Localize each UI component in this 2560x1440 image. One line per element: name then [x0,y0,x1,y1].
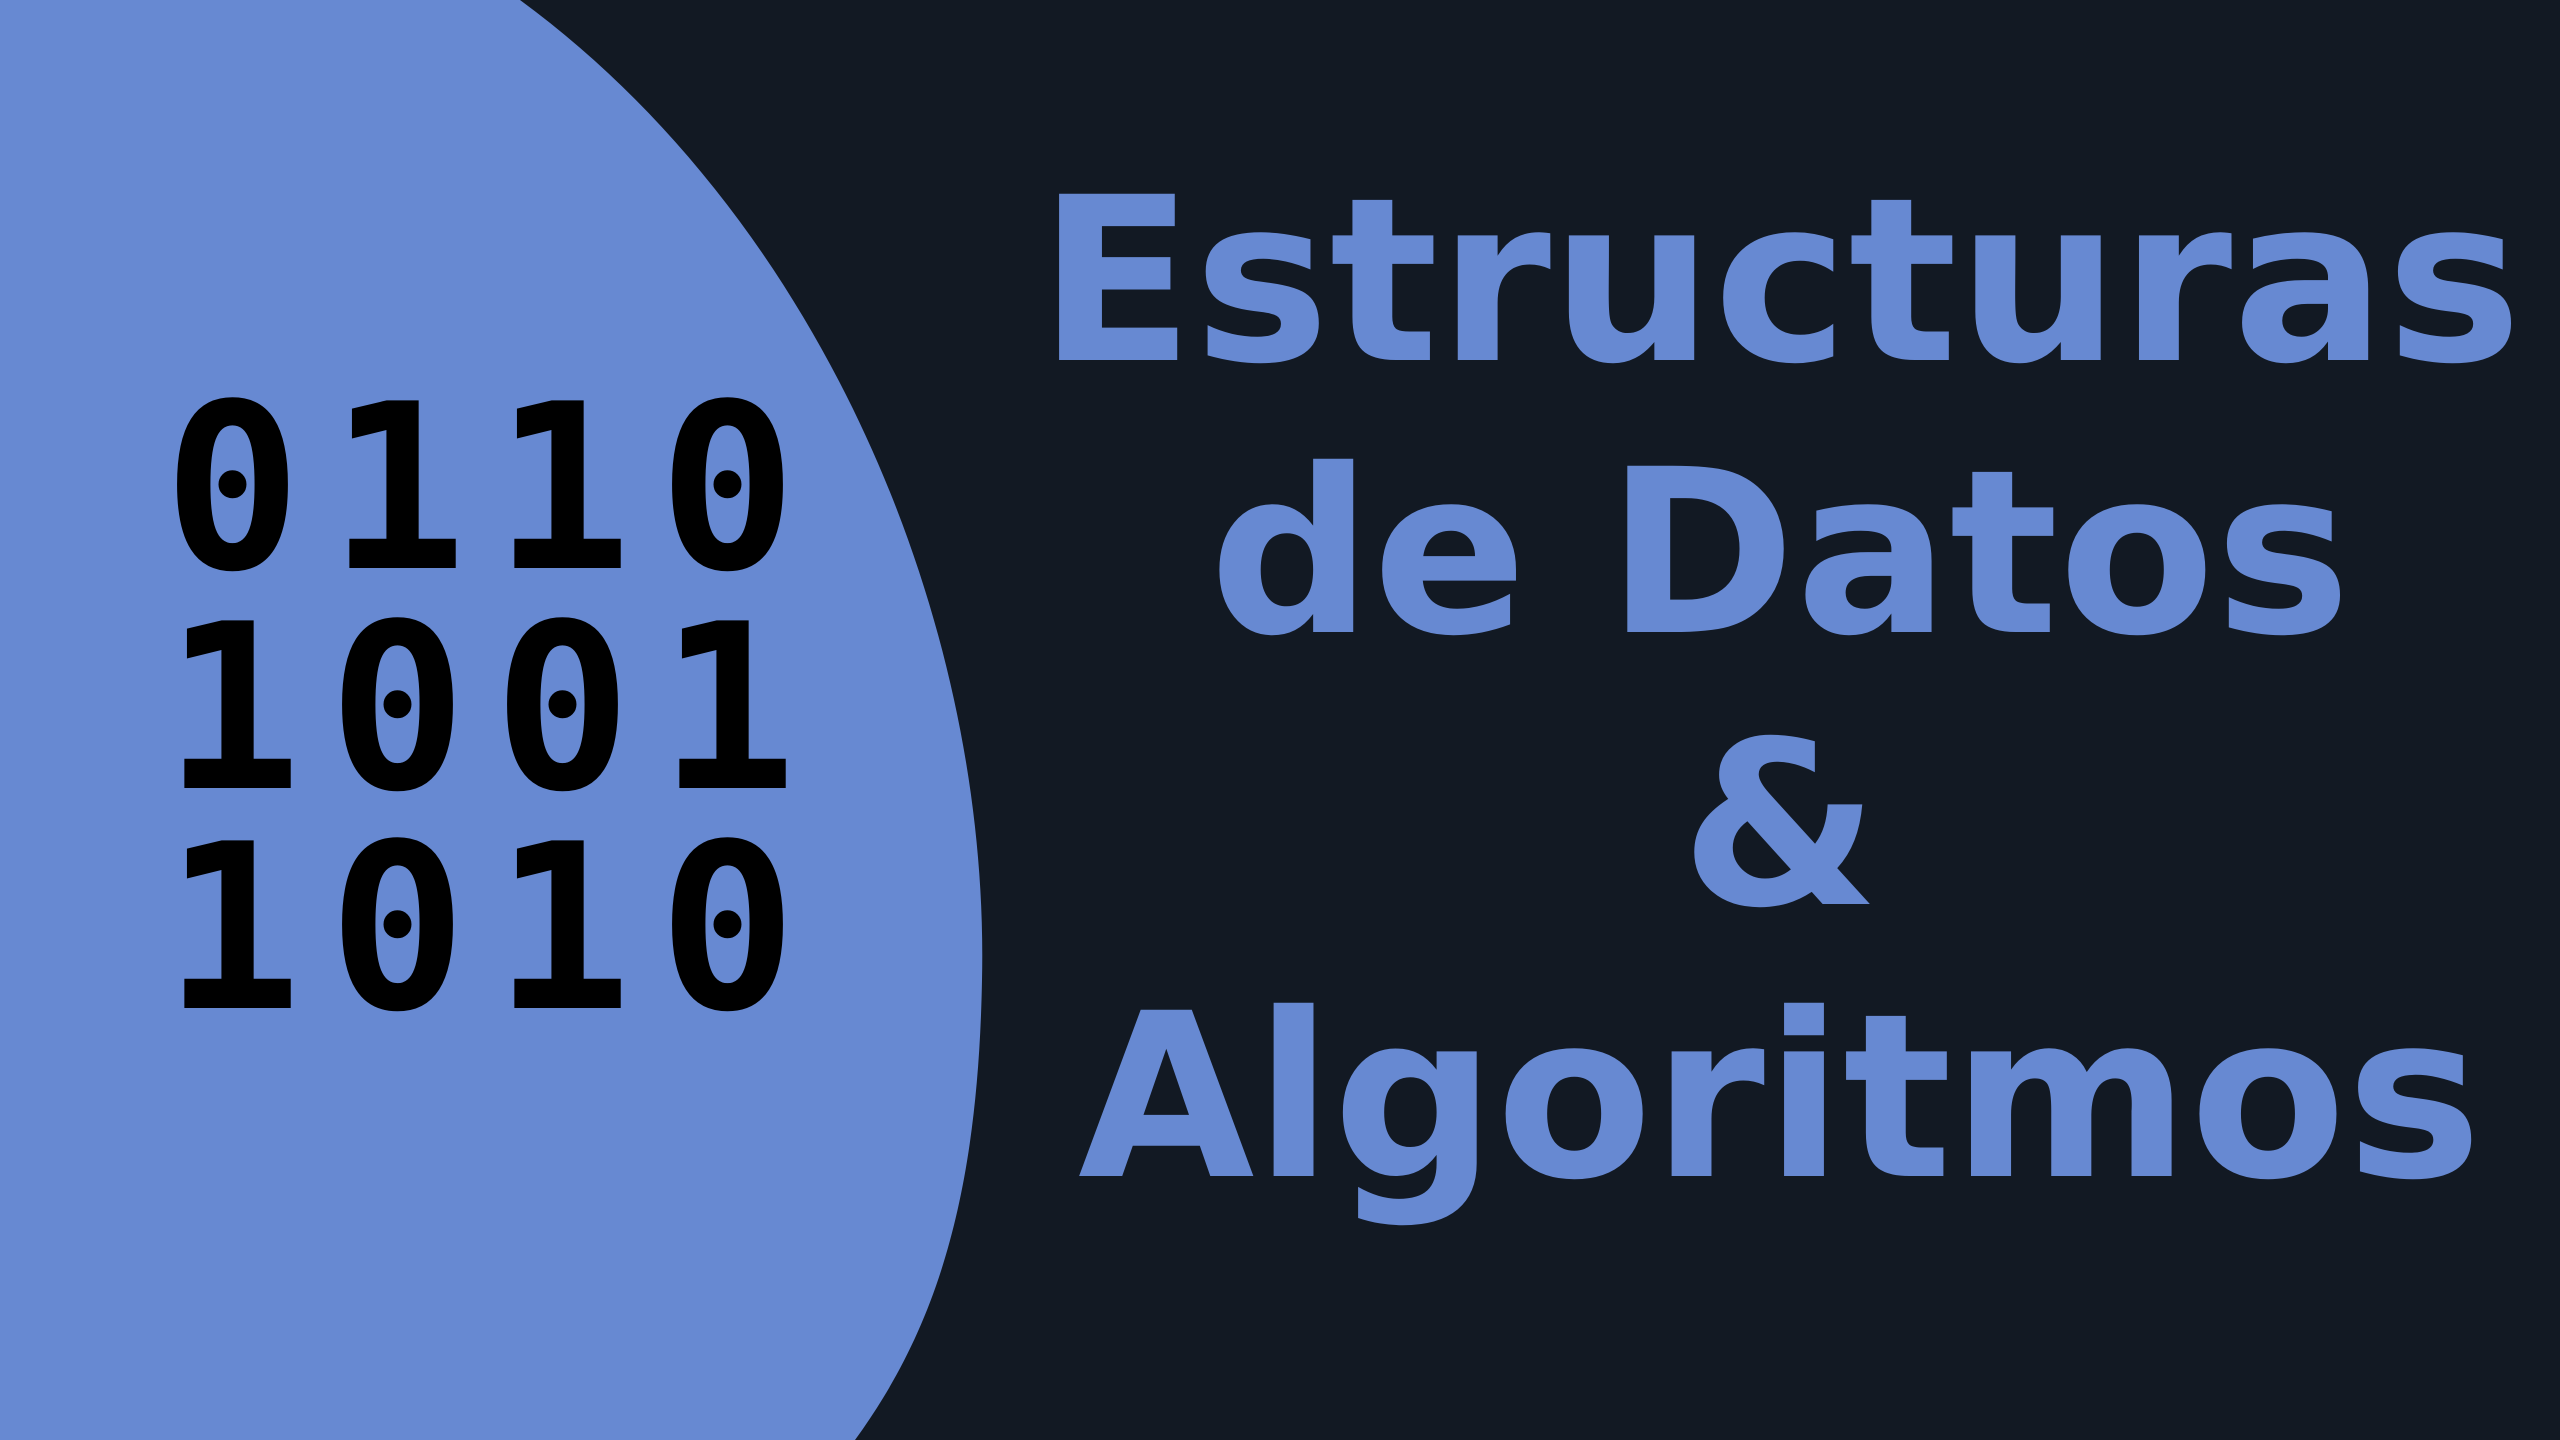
binary-digit: 1 [658,576,797,843]
binary-digit: 1 [328,356,467,623]
binary-row-3: 1 0 1 0 [150,815,810,1045]
binary-digit: 1 [493,356,632,623]
binary-digit: 0 [658,356,797,623]
binary-digit: 1 [163,796,302,1063]
binary-digit: 0 [328,796,467,1063]
binary-digit: 1 [163,576,302,843]
title-block: Estructuras de Datos & Algoritmos [1030,145,2530,1233]
binary-digit: 0 [163,356,302,623]
binary-digit: 0 [493,576,632,843]
binary-digit: 1 [493,796,632,1063]
title-line-2: de Datos [1209,420,2351,686]
binary-row-1: 0 1 1 0 [150,375,810,605]
title-line-3: & [1680,692,1880,958]
binary-row-2: 1 0 0 1 [150,595,810,825]
title-line-4: Algoritmos [1078,964,2482,1230]
title-line-1: Estructuras [1038,148,2522,414]
binary-grid: 0 1 1 0 1 0 0 1 1 0 1 0 [150,375,810,1045]
binary-digit: 0 [658,796,797,1063]
thumbnail-canvas: 0 1 1 0 1 0 0 1 1 0 1 0 Estructuras de D… [0,0,2560,1440]
binary-digit: 0 [328,576,467,843]
